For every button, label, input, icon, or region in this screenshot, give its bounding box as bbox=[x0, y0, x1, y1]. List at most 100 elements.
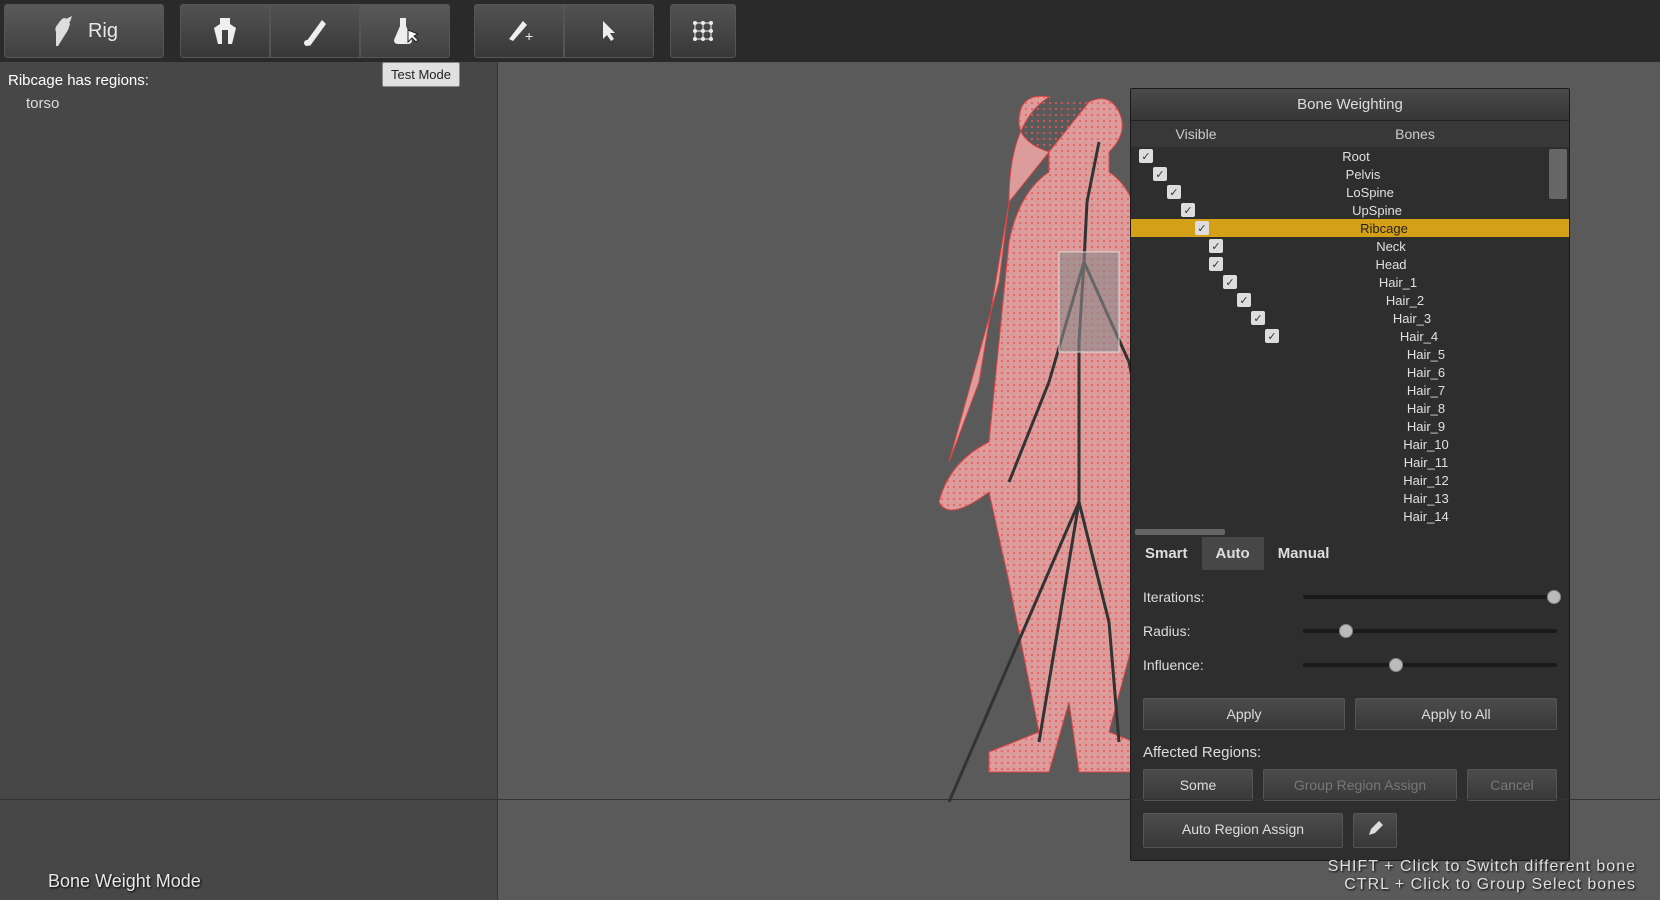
influence-label: Influence: bbox=[1143, 657, 1303, 673]
left-regions-panel: Ribcage has regions: torso bbox=[0, 62, 498, 900]
bone-row-hair_8[interactable]: Hair_8 bbox=[1131, 399, 1569, 417]
cursor-icon bbox=[599, 19, 619, 43]
bone-row-hair_13[interactable]: Hair_13 bbox=[1131, 489, 1569, 507]
bone-label: Hair_2 bbox=[1251, 293, 1569, 308]
bone-label: Hair_7 bbox=[1293, 383, 1569, 398]
bone-row-hair_11[interactable]: Hair_11 bbox=[1131, 453, 1569, 471]
some-button[interactable]: Some bbox=[1143, 769, 1253, 801]
status-mode: Bone Weight Mode bbox=[48, 871, 201, 892]
region-item[interactable]: torso bbox=[26, 95, 489, 112]
bone-row-hair_9[interactable]: Hair_9 bbox=[1131, 417, 1569, 435]
bone-label: Neck bbox=[1223, 239, 1569, 254]
radius-label: Radius: bbox=[1143, 623, 1303, 639]
weighting-tabs: Smart Auto Manual bbox=[1131, 537, 1569, 570]
bone-row-hair_2[interactable]: ✓Hair_2 bbox=[1131, 291, 1569, 309]
bone-label: Hair_11 bbox=[1293, 455, 1569, 470]
hint-ctrl: CTRL + Click to Group Select bones bbox=[1328, 876, 1636, 894]
bone-row-neck[interactable]: ✓Neck bbox=[1131, 237, 1569, 255]
bone-label: Ribcage bbox=[1209, 221, 1569, 236]
bone-label: Hair_12 bbox=[1293, 473, 1569, 488]
apply-button[interactable]: Apply bbox=[1143, 698, 1345, 730]
bone-list-scrollbar[interactable] bbox=[1549, 149, 1567, 199]
bone-label: Hair_14 bbox=[1293, 509, 1569, 524]
bone-row-hair_7[interactable]: Hair_7 bbox=[1131, 381, 1569, 399]
radius-slider[interactable] bbox=[1303, 629, 1557, 633]
bone-row-hair_4[interactable]: ✓Hair_4 bbox=[1131, 327, 1569, 345]
mesh-button[interactable] bbox=[180, 4, 270, 58]
panel-title: Bone Weighting bbox=[1131, 89, 1569, 121]
bone-row-lospine[interactable]: ✓LoSpine bbox=[1131, 183, 1569, 201]
bone-label: Hair_8 bbox=[1293, 401, 1569, 416]
brush-icon bbox=[300, 14, 330, 48]
brush-button[interactable] bbox=[270, 4, 360, 58]
bone-label: Hair_1 bbox=[1237, 275, 1569, 290]
bone-label: Pelvis bbox=[1167, 167, 1569, 182]
group-region-assign-button[interactable]: Group Region Assign bbox=[1263, 769, 1457, 801]
test-mode-button[interactable] bbox=[360, 4, 450, 58]
bone-checkbox[interactable]: ✓ bbox=[1181, 203, 1195, 217]
edit-tool-group: + bbox=[474, 4, 654, 58]
bone-row-root[interactable]: ✓Root bbox=[1131, 147, 1569, 165]
torso-icon bbox=[210, 14, 240, 48]
slider-section: Iterations: Radius: Influence: bbox=[1131, 570, 1569, 692]
bone-checkbox[interactable]: ✓ bbox=[1195, 221, 1209, 235]
bone-label: Hair_6 bbox=[1293, 365, 1569, 380]
bone-checkbox[interactable]: ✓ bbox=[1223, 275, 1237, 289]
status-hints: SHIFT + Click to Switch different bone C… bbox=[1328, 858, 1636, 894]
bone-row-hair_12[interactable]: Hair_12 bbox=[1131, 471, 1569, 489]
hscroll-thumb[interactable] bbox=[1135, 529, 1225, 535]
bone-row-hair_6[interactable]: Hair_6 bbox=[1131, 363, 1569, 381]
col-bones[interactable]: Bones bbox=[1261, 121, 1569, 147]
col-visible[interactable]: Visible bbox=[1131, 121, 1261, 147]
bone-checkbox[interactable]: ✓ bbox=[1209, 257, 1223, 271]
bone-list[interactable]: ✓Root✓Pelvis✓LoSpine✓UpSpine✓Ribcage✓Nec… bbox=[1131, 147, 1569, 527]
bone-label: Hair_9 bbox=[1293, 419, 1569, 434]
bone-checkbox[interactable]: ✓ bbox=[1251, 311, 1265, 325]
bone-row-head[interactable]: ✓Head bbox=[1131, 255, 1569, 273]
iterations-label: Iterations: bbox=[1143, 589, 1303, 605]
bone-checkbox[interactable]: ✓ bbox=[1237, 293, 1251, 307]
tab-manual[interactable]: Manual bbox=[1264, 537, 1344, 570]
grid-icon bbox=[691, 19, 715, 43]
bone-row-hair_14[interactable]: Hair_14 bbox=[1131, 507, 1569, 525]
bone-checkbox[interactable]: ✓ bbox=[1139, 149, 1153, 163]
bone-checkbox[interactable]: ✓ bbox=[1265, 329, 1279, 343]
bone-label: Hair_13 bbox=[1293, 491, 1569, 506]
bone-row-hair_1[interactable]: ✓Hair_1 bbox=[1131, 273, 1569, 291]
flask-cursor-icon bbox=[388, 14, 422, 48]
influence-slider[interactable] bbox=[1303, 663, 1557, 667]
edit-region-button[interactable] bbox=[1353, 813, 1397, 848]
cancel-button[interactable]: Cancel bbox=[1467, 769, 1557, 801]
pencil-icon bbox=[1367, 821, 1383, 837]
bone-row-upspine[interactable]: ✓UpSpine bbox=[1131, 201, 1569, 219]
bone-row-hair_5[interactable]: Hair_5 bbox=[1131, 345, 1569, 363]
affected-regions-label: Affected Regions: bbox=[1131, 736, 1569, 763]
bone-checkbox[interactable]: ✓ bbox=[1209, 239, 1223, 253]
bone-list-hscroll[interactable] bbox=[1131, 527, 1569, 537]
apply-row: Apply Apply to All bbox=[1131, 692, 1569, 736]
tab-auto[interactable]: Auto bbox=[1202, 537, 1264, 570]
bone-row-hair_10[interactable]: Hair_10 bbox=[1131, 435, 1569, 453]
apply-all-button[interactable]: Apply to All bbox=[1355, 698, 1557, 730]
grid-button[interactable] bbox=[670, 4, 736, 58]
bottom-divider bbox=[0, 799, 1660, 800]
bone-checkbox[interactable]: ✓ bbox=[1167, 185, 1181, 199]
bone-table-header: Visible Bones bbox=[1131, 121, 1569, 147]
bone-row-hair_3[interactable]: ✓Hair_3 bbox=[1131, 309, 1569, 327]
iterations-slider[interactable] bbox=[1303, 595, 1557, 599]
bone-checkbox[interactable]: ✓ bbox=[1153, 167, 1167, 181]
top-toolbar: Rig + bbox=[0, 0, 1660, 62]
auto-region-assign-button[interactable]: Auto Region Assign bbox=[1143, 813, 1343, 848]
svg-text:+: + bbox=[525, 28, 533, 44]
tab-smart[interactable]: Smart bbox=[1131, 537, 1202, 570]
select-button[interactable] bbox=[564, 4, 654, 58]
add-brush-button[interactable]: + bbox=[474, 4, 564, 58]
hint-shift: SHIFT + Click to Switch different bone bbox=[1328, 858, 1636, 876]
bone-row-ribcage[interactable]: ✓Ribcage bbox=[1131, 219, 1569, 237]
bone-label: Hair_4 bbox=[1279, 329, 1569, 344]
bone-weighting-panel: Bone Weighting Visible Bones ✓Root✓Pelvi… bbox=[1130, 88, 1570, 861]
bone-label: Head bbox=[1223, 257, 1569, 272]
mode-rig-button[interactable]: Rig bbox=[4, 4, 164, 58]
bone-row-pelvis[interactable]: ✓Pelvis bbox=[1131, 165, 1569, 183]
bone-label: UpSpine bbox=[1195, 203, 1569, 218]
